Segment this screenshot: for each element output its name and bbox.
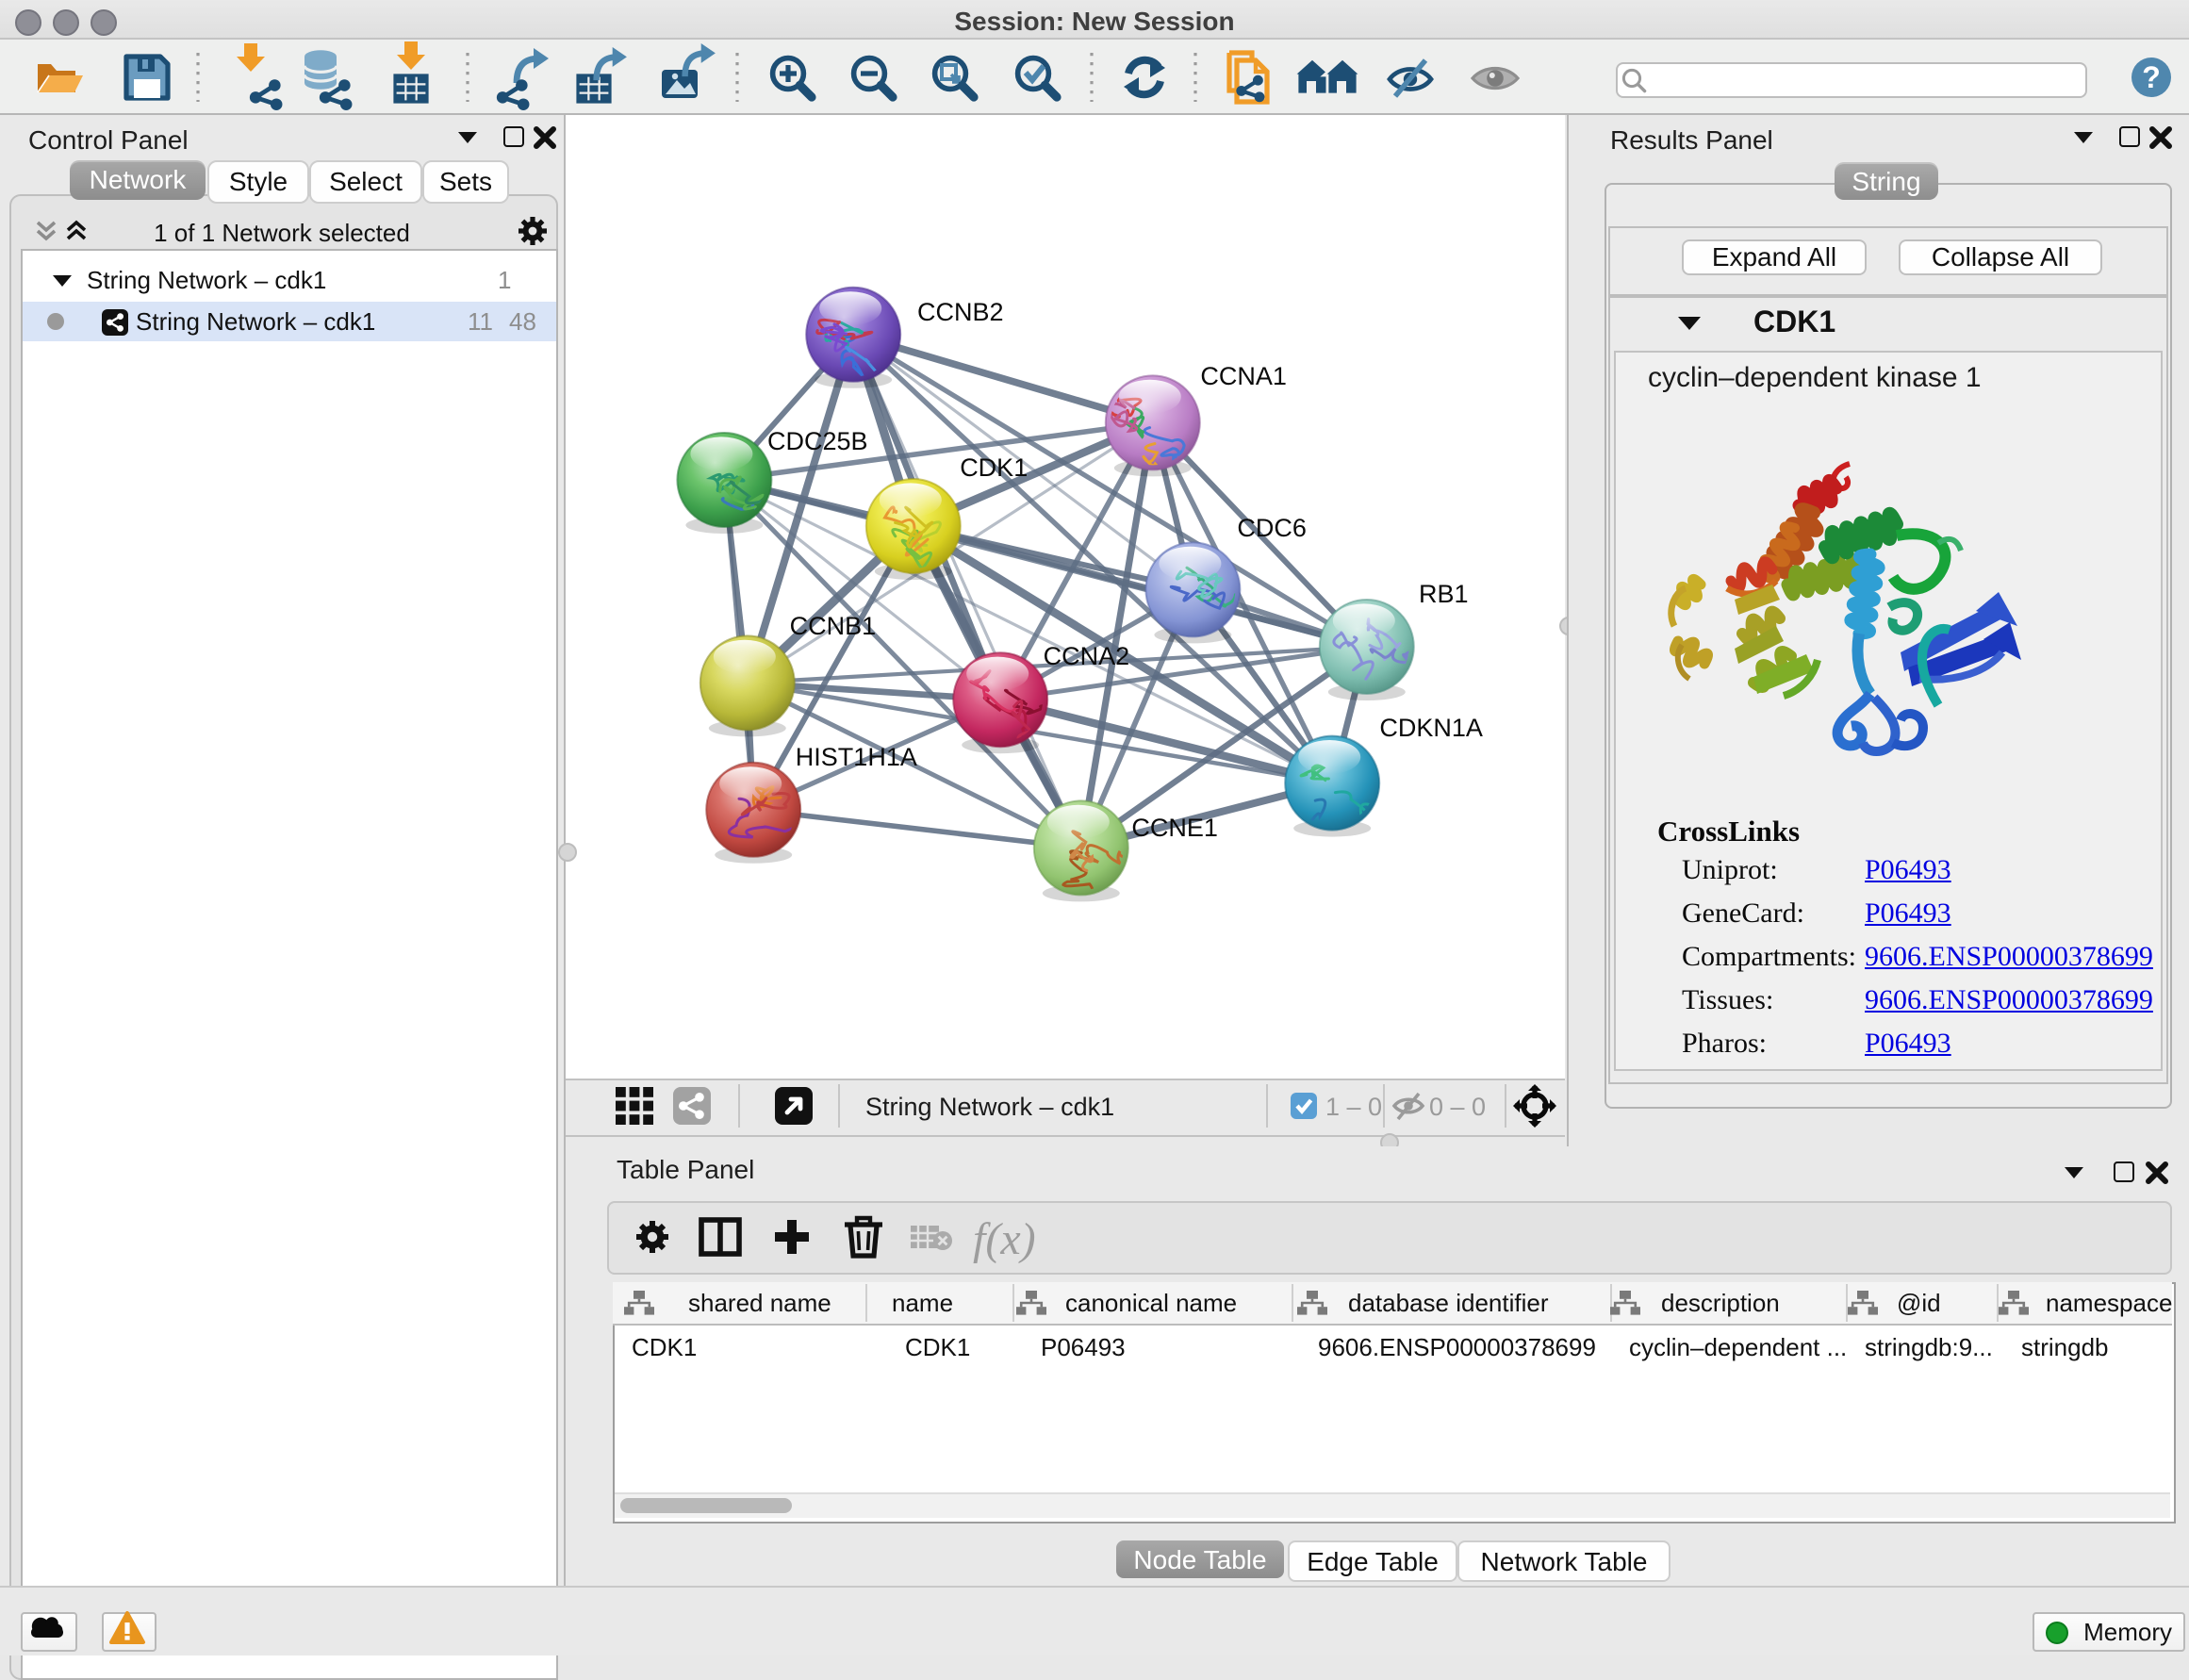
svg-text:String Network – cdk1: String Network – cdk1 — [865, 1093, 1114, 1121]
svg-text:CDK1: CDK1 — [905, 1333, 970, 1361]
svg-text:?: ? — [2142, 60, 2161, 94]
svg-text:CCNA2: CCNA2 — [1044, 642, 1130, 670]
svg-text:CCNE1: CCNE1 — [1131, 814, 1218, 842]
svg-text:RB1: RB1 — [1419, 580, 1469, 608]
svg-text:@id: @id — [1897, 1289, 1941, 1317]
svg-text:CDK1: CDK1 — [960, 453, 1028, 482]
svg-text:namespace: namespace — [2046, 1289, 2172, 1317]
svg-text:canonical name: canonical name — [1065, 1289, 1237, 1317]
svg-text:HIST1H1A: HIST1H1A — [796, 743, 917, 771]
svg-text:CCNB2: CCNB2 — [917, 298, 1004, 326]
svg-text:CCNA1: CCNA1 — [1200, 362, 1287, 390]
svg-text:description: description — [1661, 1289, 1780, 1317]
svg-text:P06493: P06493 — [1041, 1333, 1126, 1361]
svg-text:CDC6: CDC6 — [1237, 514, 1307, 542]
svg-text:database identifier: database identifier — [1348, 1289, 1549, 1317]
svg-text:CCNB1: CCNB1 — [790, 612, 877, 640]
svg-text:9606.ENSP00000378699: 9606.ENSP00000378699 — [1318, 1333, 1596, 1361]
svg-text:cyclin–dependent ...: cyclin–dependent ... — [1629, 1333, 1847, 1361]
svg-text:shared name: shared name — [688, 1289, 831, 1317]
svg-text:1 – 0: 1 – 0 — [1325, 1093, 1382, 1121]
svg-text:CDC25B: CDC25B — [767, 427, 868, 455]
svg-text:name: name — [892, 1289, 953, 1317]
svg-text:0 – 0: 0 – 0 — [1429, 1093, 1486, 1121]
svg-text:CDK1: CDK1 — [632, 1333, 697, 1361]
svg-text:stringdb:9...: stringdb:9... — [1865, 1333, 1993, 1361]
svg-text:CDKN1A: CDKN1A — [1379, 714, 1483, 742]
svg-text:f(x): f(x) — [973, 1214, 1036, 1264]
svg-text:stringdb: stringdb — [2021, 1333, 2109, 1361]
